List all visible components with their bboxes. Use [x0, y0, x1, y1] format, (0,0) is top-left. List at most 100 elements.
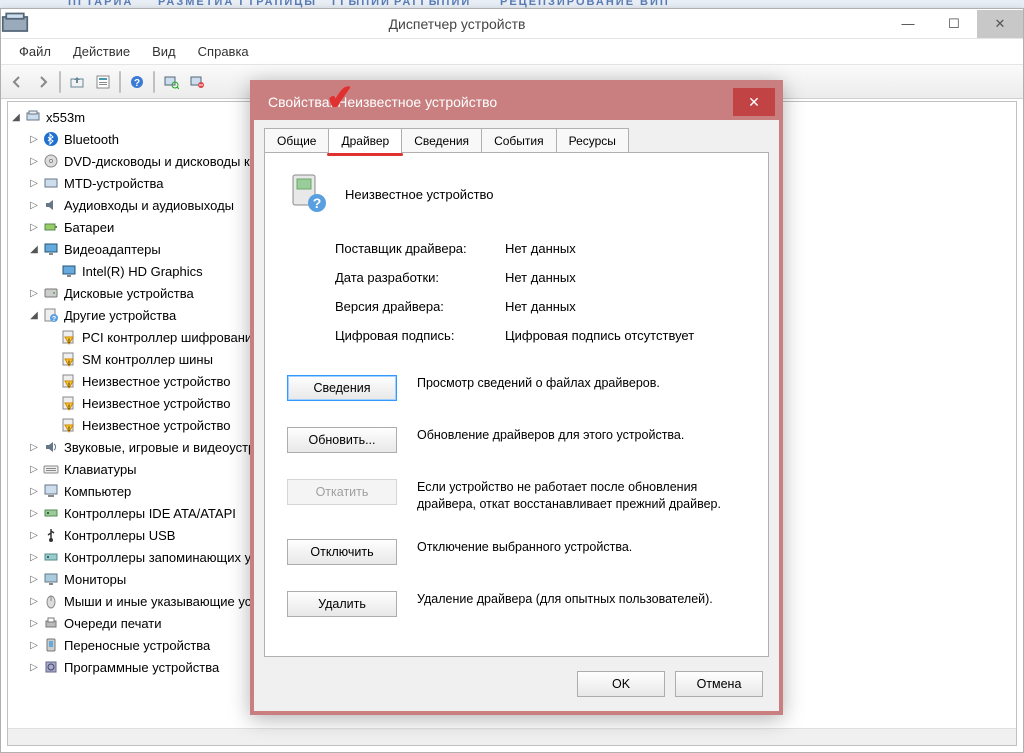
pc-icon [42, 483, 60, 499]
expand-icon[interactable]: ▷ [26, 662, 42, 673]
scan-button[interactable] [159, 70, 183, 94]
expand-icon[interactable]: ▷ [26, 574, 42, 585]
driver-details-button[interactable]: Сведения [287, 375, 397, 401]
cancel-button[interactable]: Отмена [675, 671, 763, 697]
tree-item-label: Дисковые устройства [64, 286, 194, 301]
tree-item-label: Программные устройства [64, 660, 219, 675]
disable-device-desc: Отключение выбранного устройства. [417, 539, 746, 565]
dvd-icon [42, 153, 60, 169]
tab-general[interactable]: Общие [264, 128, 329, 153]
tab-strip: Общие Драйвер Сведения События Ресурсы [264, 128, 629, 153]
provider-value: Нет данных [505, 241, 746, 256]
annotation-checkmark: ✔ [324, 77, 356, 119]
tree-item-label: Неизвестное устройство [82, 374, 231, 389]
app-icon [1, 10, 29, 38]
bt-icon [42, 131, 60, 147]
expand-icon[interactable]: ▷ [26, 508, 42, 519]
sound-icon [42, 439, 60, 455]
svg-text:!: ! [68, 427, 70, 433]
expand-icon[interactable]: ▷ [26, 640, 42, 651]
bat-icon [42, 219, 60, 235]
tree-item-label: Батареи [64, 220, 114, 235]
tree-item-label: Клавиатуры [64, 462, 137, 477]
ok-button[interactable]: OK [577, 671, 665, 697]
svg-text:?: ? [134, 78, 140, 89]
kbd-icon [42, 461, 60, 477]
expand-icon[interactable]: ▷ [26, 530, 42, 541]
tree-item-label: Контроллеры IDE ATA/ATAPI [64, 506, 236, 521]
expand-icon[interactable]: ▷ [26, 442, 42, 453]
expand-icon[interactable]: ▷ [26, 464, 42, 475]
update-driver-button[interactable]: Обновить... [287, 427, 397, 453]
expand-icon[interactable]: ▷ [26, 134, 42, 145]
svg-text:?: ? [313, 195, 322, 211]
other-icon: ? [42, 307, 60, 323]
menubar: Файл Действие Вид Справка [1, 39, 1023, 65]
warn-icon: ! [60, 417, 78, 433]
forward-button[interactable] [31, 70, 55, 94]
update-driver-desc: Обновление драйверов для этого устройств… [417, 427, 746, 453]
expand-icon[interactable]: ▷ [26, 618, 42, 629]
window-title: Диспетчер устройств [29, 16, 885, 32]
minimize-button[interactable]: — [885, 10, 931, 38]
tree-item-label: Очереди печати [64, 616, 162, 631]
help-button[interactable]: ? [125, 70, 149, 94]
properties-button[interactable] [91, 70, 115, 94]
date-label: Дата разработки: [335, 270, 505, 285]
warn-icon: ! [60, 351, 78, 367]
properties-dialog: Свойства: Неизвестное устройство ✕ Общие… [250, 80, 783, 715]
uninstall-button[interactable] [185, 70, 209, 94]
up-button[interactable] [65, 70, 89, 94]
tree-item-label: x553m [46, 110, 85, 125]
tab-driver[interactable]: Драйвер [328, 128, 402, 154]
menu-help[interactable]: Справка [188, 41, 259, 62]
tab-events[interactable]: События [481, 128, 557, 153]
tree-item-label: MTD-устройства [64, 176, 163, 191]
tree-item-label: Контроллеры USB [64, 528, 175, 543]
uninstall-driver-desc: Удаление драйвера (для опытных пользоват… [417, 591, 746, 617]
uninstall-driver-button[interactable]: Удалить [287, 591, 397, 617]
expand-icon[interactable]: ▷ [26, 156, 42, 167]
expand-icon[interactable]: ▷ [26, 222, 42, 233]
menu-action[interactable]: Действие [63, 41, 140, 62]
device-name: Неизвестное устройство [345, 187, 494, 202]
tab-details[interactable]: Сведения [401, 128, 482, 153]
signature-label: Цифровая подпись: [335, 328, 505, 343]
expand-icon[interactable]: ▷ [26, 200, 42, 211]
horizontal-scrollbar[interactable] [8, 728, 1016, 745]
expand-icon[interactable]: ▷ [26, 288, 42, 299]
date-value: Нет данных [505, 270, 746, 285]
disk-icon [42, 285, 60, 301]
menu-file[interactable]: Файл [9, 41, 61, 62]
tree-item-label: Переносные устройства [64, 638, 210, 653]
expand-icon[interactable]: ▷ [26, 596, 42, 607]
maximize-button[interactable]: ☐ [931, 10, 977, 38]
tree-item-label: Неизвестное устройство [82, 418, 231, 433]
svg-text:!: ! [68, 383, 70, 389]
expand-icon[interactable]: ▷ [26, 486, 42, 497]
version-value: Нет данных [505, 299, 746, 314]
collapse-icon[interactable]: ◢ [8, 112, 24, 123]
expand-icon[interactable]: ▷ [26, 552, 42, 563]
tree-item-label: Компьютер [64, 484, 131, 499]
dialog-close-button[interactable]: ✕ [733, 88, 775, 116]
tree-item-label: Аудиовходы и аудиовыходы [64, 198, 234, 213]
tree-item-label: Видеоадаптеры [64, 242, 161, 257]
rollback-driver-desc: Если устройство не работает после обновл… [417, 479, 746, 513]
collapse-icon[interactable]: ◢ [26, 244, 42, 255]
menu-view[interactable]: Вид [142, 41, 186, 62]
titlebar: Диспетчер устройств — ☐ ✕ [1, 9, 1023, 39]
computer-icon [24, 109, 42, 125]
tab-resources[interactable]: Ресурсы [556, 128, 629, 153]
ide-icon [42, 505, 60, 521]
print-icon [42, 615, 60, 631]
tree-item-label: Intel(R) HD Graphics [82, 264, 203, 279]
disable-device-button[interactable]: Отключить [287, 539, 397, 565]
back-button[interactable] [5, 70, 29, 94]
tree-item-label: Неизвестное устройство [82, 396, 231, 411]
svg-text:!: ! [68, 405, 70, 411]
background-app-ribbon: ПГТАРИА РАЗМЕТИА ГТРАПИЦЫ ГГЫПИИ РАГГЫПИ… [0, 0, 1024, 8]
close-button[interactable]: ✕ [977, 10, 1023, 38]
collapse-icon[interactable]: ◢ [26, 310, 42, 321]
expand-icon[interactable]: ▷ [26, 178, 42, 189]
